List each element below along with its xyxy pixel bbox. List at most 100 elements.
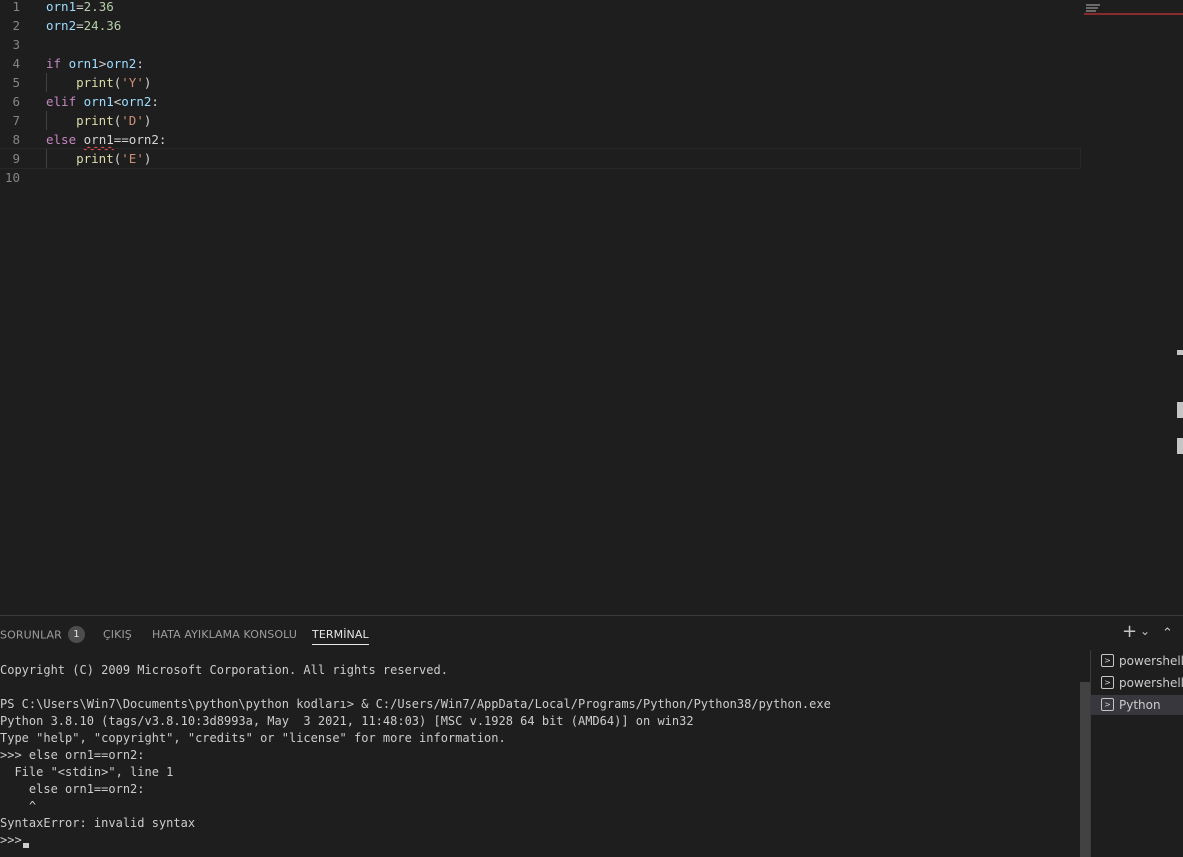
code-token: print xyxy=(76,113,114,128)
tab-debug-console[interactable]: HATA AYIKLAMA KONSOLU xyxy=(152,628,297,641)
terminal-list-item[interactable]: > powershell xyxy=(1091,673,1183,693)
code-token: elif xyxy=(46,94,77,109)
code-line[interactable]: 8 else orn1==orn2: xyxy=(0,130,1080,149)
terminal-line: Python 3.8.10 (tags/v3.8.10:3d8993a, May… xyxy=(0,714,694,728)
code-token: ==orn2: xyxy=(113,132,167,147)
code-text: print('E') xyxy=(46,149,151,168)
code-token: ) xyxy=(143,113,152,128)
tab-output[interactable]: ÇIKIŞ xyxy=(103,628,132,641)
terminal-line: File "<stdin>", line 1 xyxy=(0,765,174,779)
code-line[interactable]: 9 print('E') xyxy=(0,148,1081,169)
terminal-list: > powershell > powershell > Python xyxy=(1090,650,1183,857)
code-token: = xyxy=(76,18,84,33)
code-token: orn1 xyxy=(68,56,99,71)
code-line[interactable]: 7 print('D') xyxy=(0,111,1080,130)
code-line[interactable]: 1 orn1=2.36 xyxy=(0,0,1080,16)
side-toolbar[interactable] xyxy=(1177,350,1183,460)
terminal-scrollbar[interactable] xyxy=(1080,682,1090,857)
terminal-line: ^ xyxy=(0,799,37,813)
minimap-line xyxy=(1086,10,1096,12)
code-token: orn2 xyxy=(106,56,137,71)
code-token: orn1 xyxy=(83,94,114,109)
code-token: ) xyxy=(143,75,152,90)
code-line[interactable]: 10 xyxy=(0,168,1080,187)
chevron-down-icon[interactable]: ⌄ xyxy=(1140,624,1150,638)
terminal-line: PS C:\Users\Win7\Documents\python\python… xyxy=(0,697,831,711)
terminal-list-item[interactable]: > Python xyxy=(1091,695,1183,715)
code-token: orn2 xyxy=(121,94,152,109)
code-token: 'E' xyxy=(121,151,144,166)
code-line[interactable]: 2 orn2=24.36 xyxy=(0,16,1080,35)
bottom-panel: SORUNLAR 1 ÇIKIŞ HATA AYIKLAMA KONSOLU TE… xyxy=(0,615,1183,857)
code-text: if orn1>orn2: xyxy=(46,54,144,73)
tab-problems[interactable]: SORUNLAR 1 xyxy=(0,626,85,644)
line-number: 10 xyxy=(4,170,20,185)
tab-problems-label: SORUNLAR xyxy=(0,628,62,642)
line-number: 8 xyxy=(12,132,20,147)
terminal-line: SyntaxError: invalid syntax xyxy=(0,816,196,830)
terminal-line: else orn1==orn2: xyxy=(0,782,145,796)
terminal-line: >>> xyxy=(0,833,29,848)
problems-count-badge: 1 xyxy=(67,626,85,643)
terminal-list-item[interactable]: > powershell xyxy=(1091,651,1183,671)
terminal-line: >>> else orn1==orn2: xyxy=(0,748,145,762)
minimap[interactable] xyxy=(1084,4,1183,16)
code-token: 24.36 xyxy=(83,18,122,33)
code-token: orn1 xyxy=(46,0,77,14)
tab-terminal[interactable]: TERMİNAL xyxy=(312,628,369,645)
code-text: orn2=24.36 xyxy=(46,16,121,35)
code-line[interactable]: 4 if orn1>orn2: xyxy=(0,54,1080,73)
code-token: ) xyxy=(143,151,152,166)
code-token: 'D' xyxy=(121,113,144,128)
side-toolbar-mark xyxy=(1177,350,1183,355)
code-token: : xyxy=(151,94,159,109)
terminal-line: Copyright (C) 2009 Microsoft Corporation… xyxy=(0,663,448,677)
code-token: print xyxy=(76,75,114,90)
terminal-cursor xyxy=(22,843,29,848)
code-line[interactable]: 5 print('Y') xyxy=(0,73,1080,92)
terminal-list-label: powershell xyxy=(1119,654,1183,668)
code-line[interactable]: 3 xyxy=(0,35,1080,54)
side-toolbar-mark xyxy=(1177,402,1183,418)
code-token: if xyxy=(46,56,62,71)
syntax-error-token: orn1 xyxy=(83,132,114,147)
code-text: orn1=2.36 xyxy=(46,0,114,16)
new-terminal-button[interactable]: + xyxy=(1122,621,1137,642)
side-toolbar-mark xyxy=(1177,438,1183,454)
line-number: 4 xyxy=(12,56,20,71)
terminal-list-label: Python xyxy=(1119,698,1161,712)
code-text: print('D') xyxy=(46,111,151,130)
terminal-line: Type "help", "copyright", "credits" or "… xyxy=(0,731,506,745)
terminal-icon: > xyxy=(1101,676,1114,689)
code-token: = xyxy=(76,0,84,14)
terminal-icon: > xyxy=(1101,698,1114,711)
minimap-error-marker xyxy=(1084,13,1183,15)
code-token: : xyxy=(136,56,144,71)
code-token: print xyxy=(76,151,114,166)
maximize-panel-button[interactable]: ⌃ xyxy=(1162,626,1173,641)
line-number: 3 xyxy=(12,37,20,52)
code-token: 2.36 xyxy=(83,0,114,14)
terminal-output[interactable]: Copyright (C) 2009 Microsoft Corporation… xyxy=(0,662,1078,857)
terminal-list-label: powershell xyxy=(1119,676,1183,690)
code-editor[interactable]: 1 orn1=2.36 2 orn2=24.36 3 4 if orn1>orn2: 5 pr… xyxy=(0,0,1183,615)
minimap-line xyxy=(1086,7,1098,9)
code-line[interactable]: 6 elif orn1<orn2: xyxy=(0,92,1080,111)
terminal-icon: > xyxy=(1101,654,1114,667)
line-number: 1 xyxy=(12,0,20,14)
line-number: 9 xyxy=(12,151,20,166)
minimap-line xyxy=(1086,4,1100,6)
code-token: 'Y' xyxy=(121,75,144,90)
code-text: print('Y') xyxy=(46,73,151,92)
code-text: else orn1==orn2: xyxy=(46,130,166,149)
line-number: 7 xyxy=(12,113,20,128)
code-token: else xyxy=(46,132,77,147)
line-number: 5 xyxy=(12,75,20,90)
code-token: orn2 xyxy=(46,18,77,33)
